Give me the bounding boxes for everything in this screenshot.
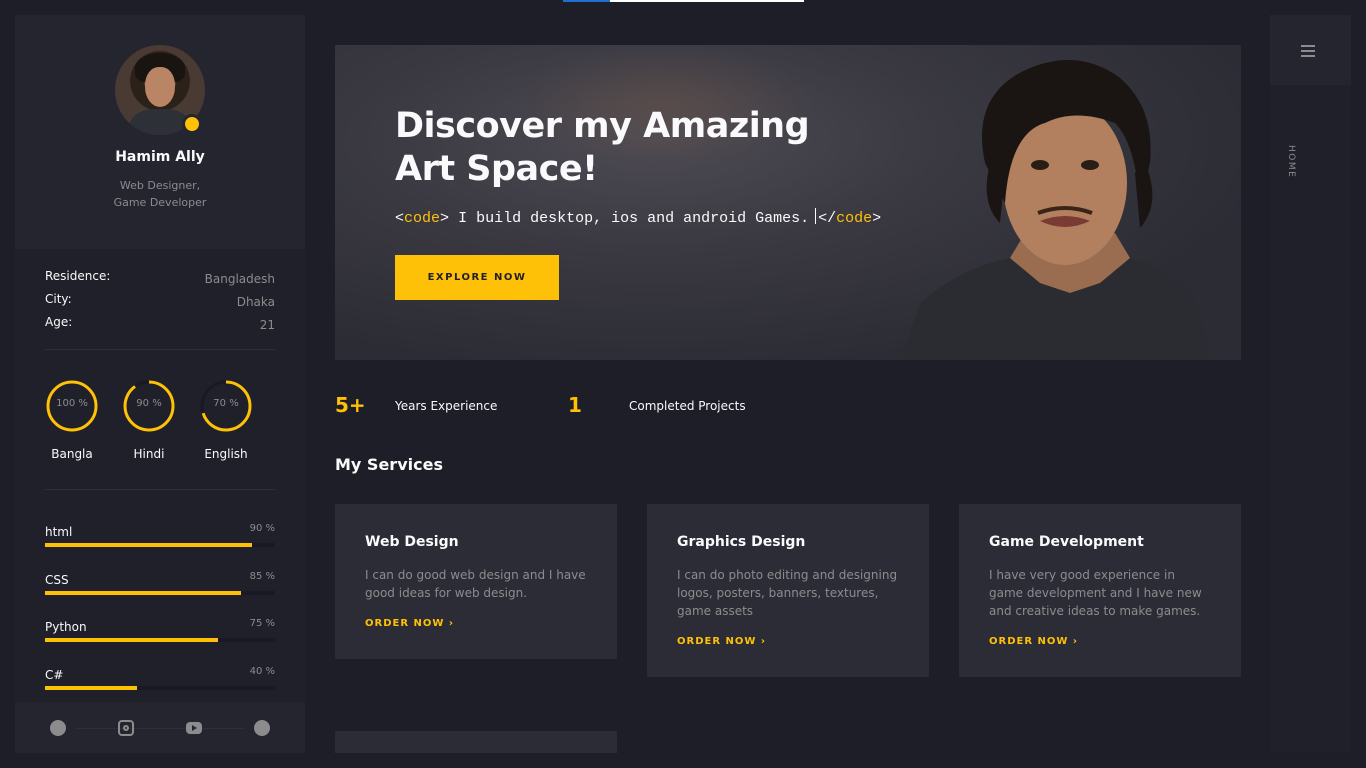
service-card-partial <box>335 731 617 753</box>
service-card-game-development: Game Development I have very good experi… <box>959 504 1241 677</box>
personal-info: Residence: Bangladesh City: Dhaka Age: 2… <box>45 269 275 338</box>
typing-code-line: <code> I build desktop, ios and android … <box>395 208 882 227</box>
lang-bangla: 100 % Bangla <box>45 379 99 461</box>
right-nav-rail: HOME <box>1270 15 1351 753</box>
stat-projects-label: Completed Projects <box>629 399 746 413</box>
service-title: Graphics Design <box>677 534 806 550</box>
instagram-icon[interactable] <box>118 720 134 736</box>
service-desc: I can do photo editing and designing log… <box>677 568 898 618</box>
chevron-right-icon: › <box>448 618 455 629</box>
profile-role: Web Designer, Game Developer <box>113 179 207 209</box>
divider <box>45 489 275 490</box>
info-row-age: Age: 21 <box>45 315 275 332</box>
skill-python: Python 75 % <box>45 616 275 664</box>
stat-years-label: Years Experience <box>395 399 498 413</box>
chevron-right-icon: › <box>1072 636 1079 647</box>
service-title: Web Design <box>365 534 459 550</box>
explore-now-button[interactable]: EXPLORE NOW <box>395 255 559 300</box>
youtube-icon[interactable] <box>186 722 202 734</box>
skill-bar <box>45 543 275 547</box>
services-title: My Services <box>335 455 443 474</box>
typing-cursor <box>815 208 817 224</box>
service-desc: I can do good web design and I have good… <box>365 568 586 600</box>
service-title: Game Development <box>989 534 1144 550</box>
skill-bar <box>45 590 275 595</box>
skills-list: html 90 % CSS 85 % Python 75 % C# 40 % <box>45 521 275 711</box>
order-now-link[interactable]: ORDER NOW › <box>365 618 587 629</box>
hero-portrait <box>901 60 1210 360</box>
lang-english: 70 % English <box>199 379 253 461</box>
skill-bar <box>45 638 275 642</box>
main-content: Discover my Amazing Art Space! <code> I … <box>305 15 1270 753</box>
github-icon[interactable] <box>254 720 270 736</box>
info-row-residence: Residence: Bangladesh <box>45 269 275 286</box>
skill-css: CSS 85 % <box>45 569 275 617</box>
service-card-graphics-design: Graphics Design I can do photo editing a… <box>647 504 929 677</box>
stat-years-number: 5+ <box>335 393 366 417</box>
service-card-web-design: Web Design I can do good web design and … <box>335 504 617 659</box>
stats-row: 5+ Years Experience 1 Completed Projects <box>335 393 1241 423</box>
info-row-city: City: Dhaka <box>45 292 275 309</box>
order-now-link[interactable]: ORDER NOW › <box>989 636 1211 647</box>
service-desc: I have very good experience in game deve… <box>989 568 1202 618</box>
social-links <box>15 702 305 753</box>
stat-projects-number: 1 <box>568 393 582 417</box>
lang-hindi: 90 % Hindi <box>122 379 176 461</box>
menu-toggle[interactable] <box>1270 15 1351 85</box>
hero-title: Discover my Amazing Art Space! <box>395 106 810 189</box>
nav-home-link[interactable]: HOME <box>1286 145 1296 178</box>
divider <box>45 349 275 350</box>
top-progress-strip <box>563 0 804 2</box>
skill-html: html 90 % <box>45 521 275 569</box>
online-status-dot <box>182 114 202 134</box>
app-frame: Hamim Ally Web Designer, Game Developer … <box>15 15 1351 753</box>
order-now-link[interactable]: ORDER NOW › <box>677 636 899 647</box>
skill-bar <box>45 685 275 690</box>
profile-card: Hamim Ally Web Designer, Game Developer <box>15 15 305 249</box>
profile-name: Hamim Ally <box>115 149 205 165</box>
info-sidebar: Hamim Ally Web Designer, Game Developer … <box>15 15 305 753</box>
facebook-icon[interactable] <box>50 720 66 736</box>
chevron-right-icon: › <box>760 636 767 647</box>
hero-banner: Discover my Amazing Art Space! <code> I … <box>335 45 1241 360</box>
hamburger-icon[interactable] <box>1301 45 1315 57</box>
